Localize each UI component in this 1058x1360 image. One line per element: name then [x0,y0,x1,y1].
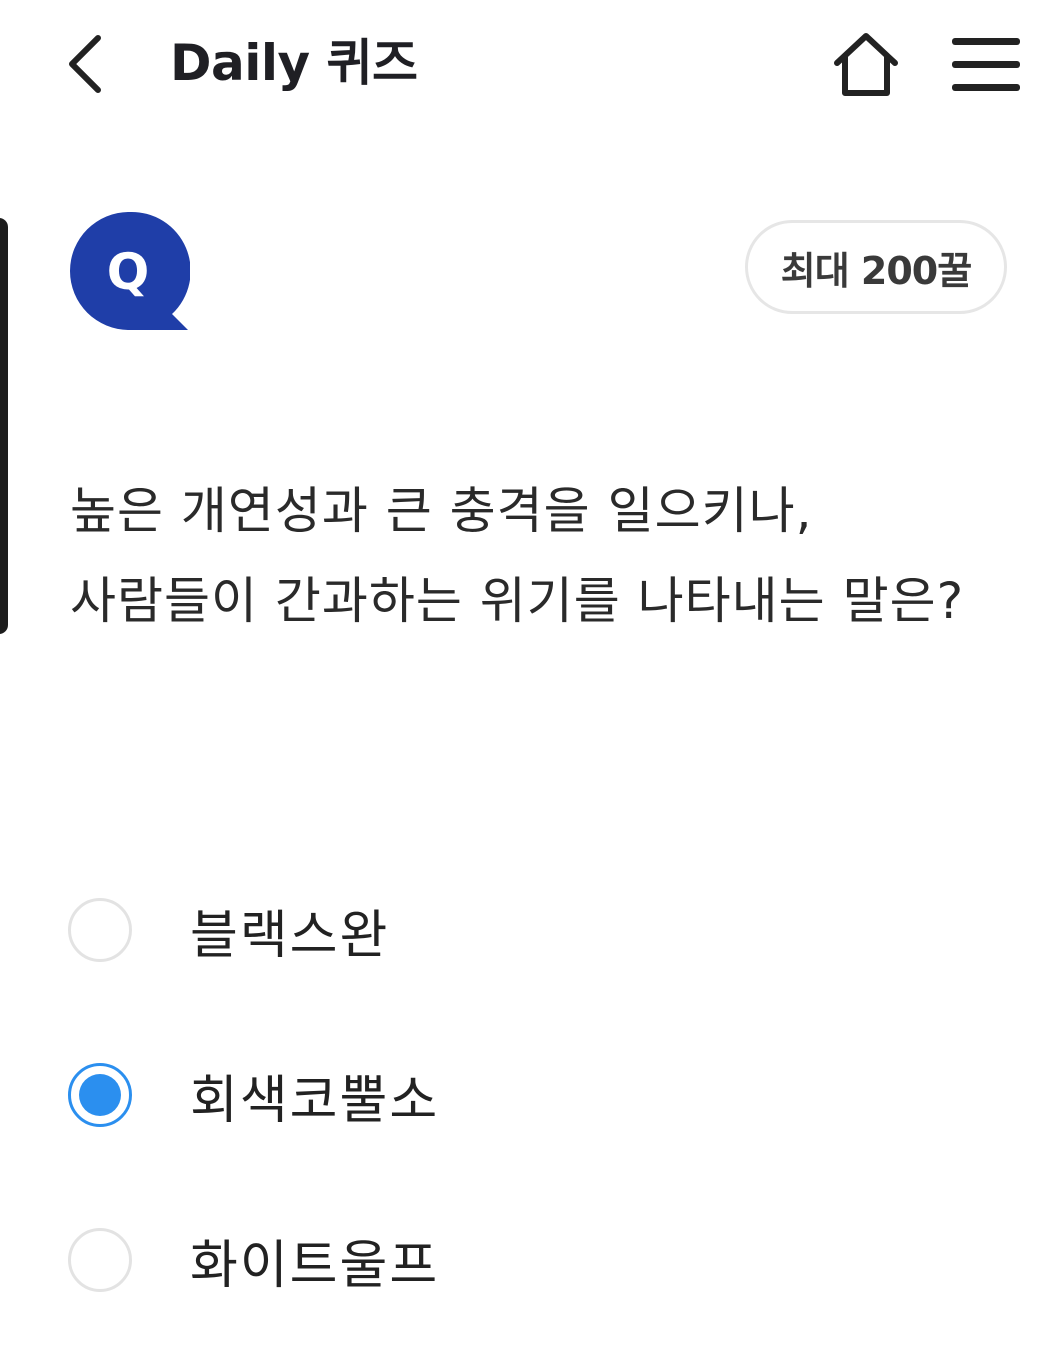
question-text: 높은 개연성과 큰 충격을 일으키나, 사람들이 간과하는 위기를 나타내는 말… [70,482,965,630]
top-bar: Daily 퀴즈 [0,0,1058,130]
reward-label: 최대 200꿀 [780,248,972,293]
radio-button-selected[interactable] [68,1063,132,1127]
edge-scroll-handle[interactable] [0,218,8,634]
option-2[interactable]: 회색코뿔소 [68,1053,1008,1137]
option-label: 화이트울프 [190,1235,440,1296]
chevron-left-icon [69,35,101,93]
radio-button[interactable] [68,898,132,962]
question-badge: Q [68,210,191,332]
option-label: 블랙스완 [190,905,390,966]
menu-button[interactable] [946,28,1026,100]
badge-letter: Q [107,243,150,301]
radio-button[interactable] [68,1228,132,1292]
home-button[interactable] [826,26,906,102]
option-3[interactable]: 화이트울프 [68,1218,1008,1302]
back-button[interactable] [52,28,116,100]
home-icon [834,33,898,96]
page-title: Daily 퀴즈 [170,34,418,92]
radio-dot [79,1074,121,1116]
option-label: 회색코뿔소 [190,1070,440,1131]
option-1[interactable]: 블랙스완 [68,888,1008,972]
hamburger-menu-icon [952,38,1020,91]
q-speech-bubble-icon: Q [70,211,191,330]
reward-badge: 최대 200꿀 [745,220,1007,314]
